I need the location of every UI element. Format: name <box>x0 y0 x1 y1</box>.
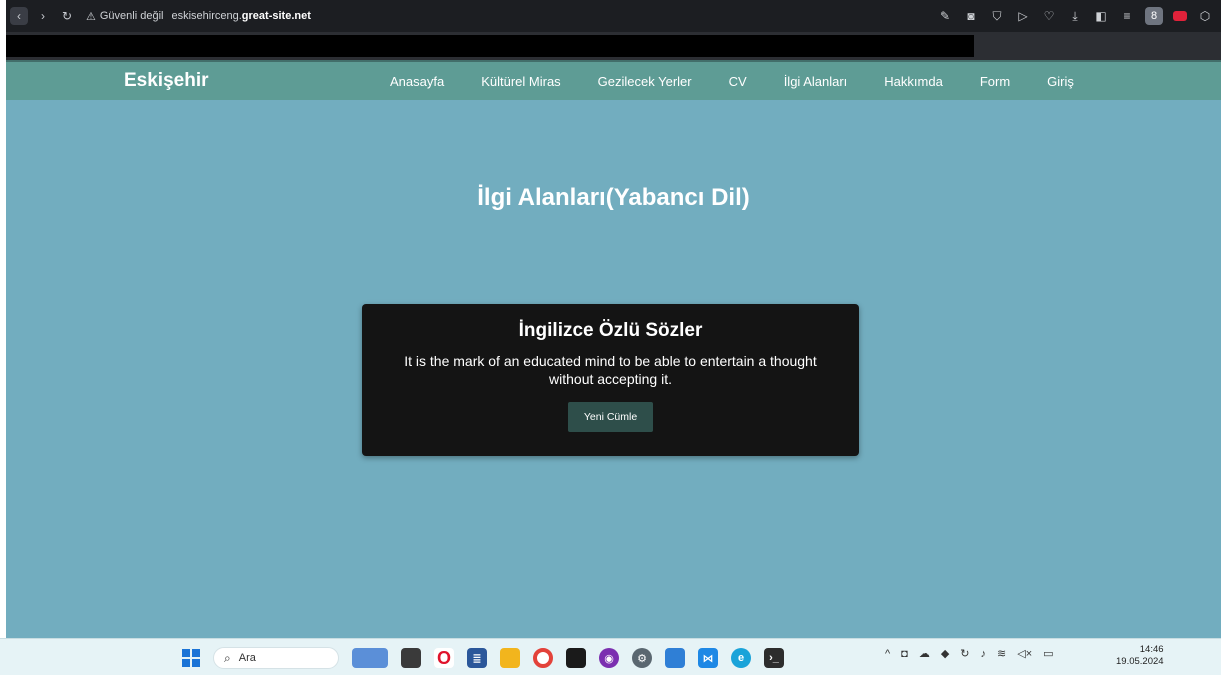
edit-icon[interactable]: ✎ <box>937 8 953 24</box>
shield-icon[interactable]: ⛉ <box>989 8 1005 24</box>
task-view-icon[interactable] <box>401 648 421 668</box>
taskbar: ⌕ Ara O ≣ ◉ ⚙ ⋈ e ›_ ^ ◘ ☁ ◆ ↻ ♪ ≋ ◁× ▭ … <box>0 638 1221 675</box>
chevron-up-icon[interactable]: ^ <box>885 648 890 660</box>
photos-icon[interactable] <box>665 648 685 668</box>
cloud-icon[interactable]: ☁ <box>919 647 930 660</box>
download-icon[interactable]: ⤓ <box>1067 8 1083 24</box>
quote-card-title: İngilizce Özlü Sözler <box>518 320 703 341</box>
taskbar-search[interactable]: ⌕ Ara <box>213 647 339 669</box>
sidebar-icon[interactable]: ◧ <box>1093 8 1109 24</box>
nav-menu: Anasayfa Kültürel Miras Gezilecek Yerler… <box>390 74 1111 89</box>
taskbar-apps: ⌕ Ara O ≣ ◉ ⚙ ⋈ e ›_ <box>182 647 784 669</box>
play-icon[interactable]: ▷ <box>1015 8 1031 24</box>
edge-icon[interactable]: e <box>731 648 751 668</box>
back-icon[interactable]: ‹ <box>10 7 28 25</box>
search-placeholder: Ara <box>238 652 256 664</box>
forward-icon[interactable]: › <box>34 7 52 25</box>
address-bar[interactable]: ⚠ Güvenli değil eskisehirceng. great-site… <box>86 10 311 23</box>
file-explorer-icon[interactable] <box>500 648 520 668</box>
nav-link-giris[interactable]: Giriş <box>1047 74 1074 89</box>
nav-link-ilgi-alanlari[interactable]: İlgi Alanları <box>784 74 848 89</box>
quote-text: It is the mark of an educated mind to be… <box>404 353 817 387</box>
profile-icon[interactable]: 8 <box>1145 7 1163 25</box>
system-tray: ^ ◘ ☁ ◆ ↻ ♪ ≋ ◁× ▭ <box>885 647 1054 661</box>
url-domain: great-site.net <box>241 10 311 22</box>
taskbar-clock[interactable]: 14:46 19.05.2024 <box>1116 644 1164 668</box>
clock-date: 19.05.2024 <box>1116 656 1164 667</box>
web-page: Eskişehir Anasayfa Kültürel Miras Gezile… <box>6 60 1221 638</box>
search-icon: ⌕ <box>224 650 231 665</box>
windows-start-icon[interactable] <box>182 649 200 667</box>
site-brand[interactable]: Eskişehir <box>124 70 209 92</box>
browser-toolbar: ‹ › ↻ ⚠ Güvenli değil eskisehirceng. grea… <box>6 0 1221 32</box>
settings-gear-icon[interactable]: ⚙ <box>632 648 652 668</box>
nav-link-form[interactable]: Form <box>980 74 1010 89</box>
nav-link-gezilecek-yerler[interactable]: Gezilecek Yerler <box>598 74 692 89</box>
camera-icon[interactable]: ◙ <box>963 8 979 24</box>
menu-icon[interactable]: ≡ <box>1119 8 1135 24</box>
cube-icon[interactable]: ⬡ <box>1197 8 1213 24</box>
quote-card: İngilizce Özlü Sözler It is the mark of … <box>362 304 859 456</box>
battery-icon[interactable]: ▭ <box>1043 647 1053 660</box>
clock-time: 14:46 <box>1139 644 1164 655</box>
nav-link-cv[interactable]: CV <box>729 74 747 89</box>
opera-icon[interactable]: O <box>434 648 454 668</box>
new-quote-button[interactable]: Yeni Cümle <box>567 402 654 432</box>
warning-icon: ⚠ <box>86 10 96 23</box>
nav-link-hakkimda[interactable]: Hakkımda <box>884 74 943 89</box>
page-title: İlgi Alanları(Yabancı Dil) <box>477 184 750 211</box>
command-prompt-icon[interactable]: ›_ <box>764 648 784 668</box>
tray-app-icon[interactable]: ◘ <box>901 648 908 660</box>
widgets-icon[interactable] <box>352 648 388 668</box>
toolbar-actions: ✎ ◙ ⛉ ▷ ♡ ⤓ ◧ ≡ 8 ⬡ <box>937 0 1213 32</box>
site-navbar: Eskişehir Anasayfa Kültürel Miras Gezile… <box>6 60 1221 100</box>
screen: ‹ › ↻ ⚠ Güvenli değil eskisehirceng. grea… <box>0 0 1221 675</box>
microphone-icon[interactable]: ♪ <box>981 648 987 660</box>
security-tray-icon[interactable]: ◆ <box>941 647 949 660</box>
volume-icon[interactable]: ◁× <box>1017 647 1032 660</box>
heart-icon[interactable]: ♡ <box>1041 8 1057 24</box>
podcast-icon[interactable]: ◉ <box>599 648 619 668</box>
chrome-icon[interactable] <box>533 648 553 668</box>
sync-icon[interactable]: ↻ <box>960 647 969 660</box>
notepad-icon[interactable]: ≣ <box>467 648 487 668</box>
extension-icon[interactable] <box>1173 11 1187 21</box>
nav-link-anasayfa[interactable]: Anasayfa <box>390 74 444 89</box>
terminal-icon[interactable] <box>566 648 586 668</box>
security-label: Güvenli değil <box>99 10 164 22</box>
reload-icon[interactable]: ↻ <box>58 7 76 25</box>
wifi-icon[interactable]: ≋ <box>997 647 1006 660</box>
bookmarks-bar <box>6 32 1221 60</box>
url-subdomain: eskisehirceng. <box>171 10 242 22</box>
vscode-icon[interactable]: ⋈ <box>698 648 718 668</box>
nav-link-kulturel-miras[interactable]: Kültürel Miras <box>481 74 560 89</box>
redacted-block <box>6 35 974 57</box>
